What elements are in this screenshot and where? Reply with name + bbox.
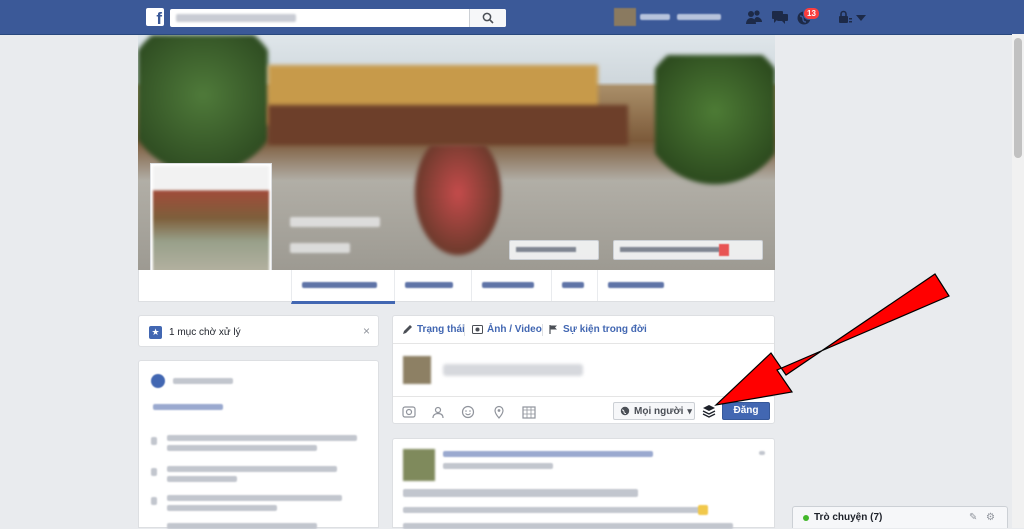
gear-icon[interactable]: ⚙ bbox=[986, 512, 995, 523]
red-annotation-arrow bbox=[714, 273, 950, 406]
scrollbar-thumb[interactable] bbox=[1014, 38, 1022, 158]
chat-sidebar-bar[interactable]: Trò chuyện (7) ✎ ⚙ bbox=[792, 506, 1008, 528]
chat-label: Trò chuyện (7) bbox=[814, 512, 883, 523]
new-message-icon[interactable]: ✎ bbox=[969, 512, 977, 523]
online-status-dot bbox=[803, 515, 809, 521]
page-scrollbar[interactable] bbox=[1012, 34, 1024, 528]
